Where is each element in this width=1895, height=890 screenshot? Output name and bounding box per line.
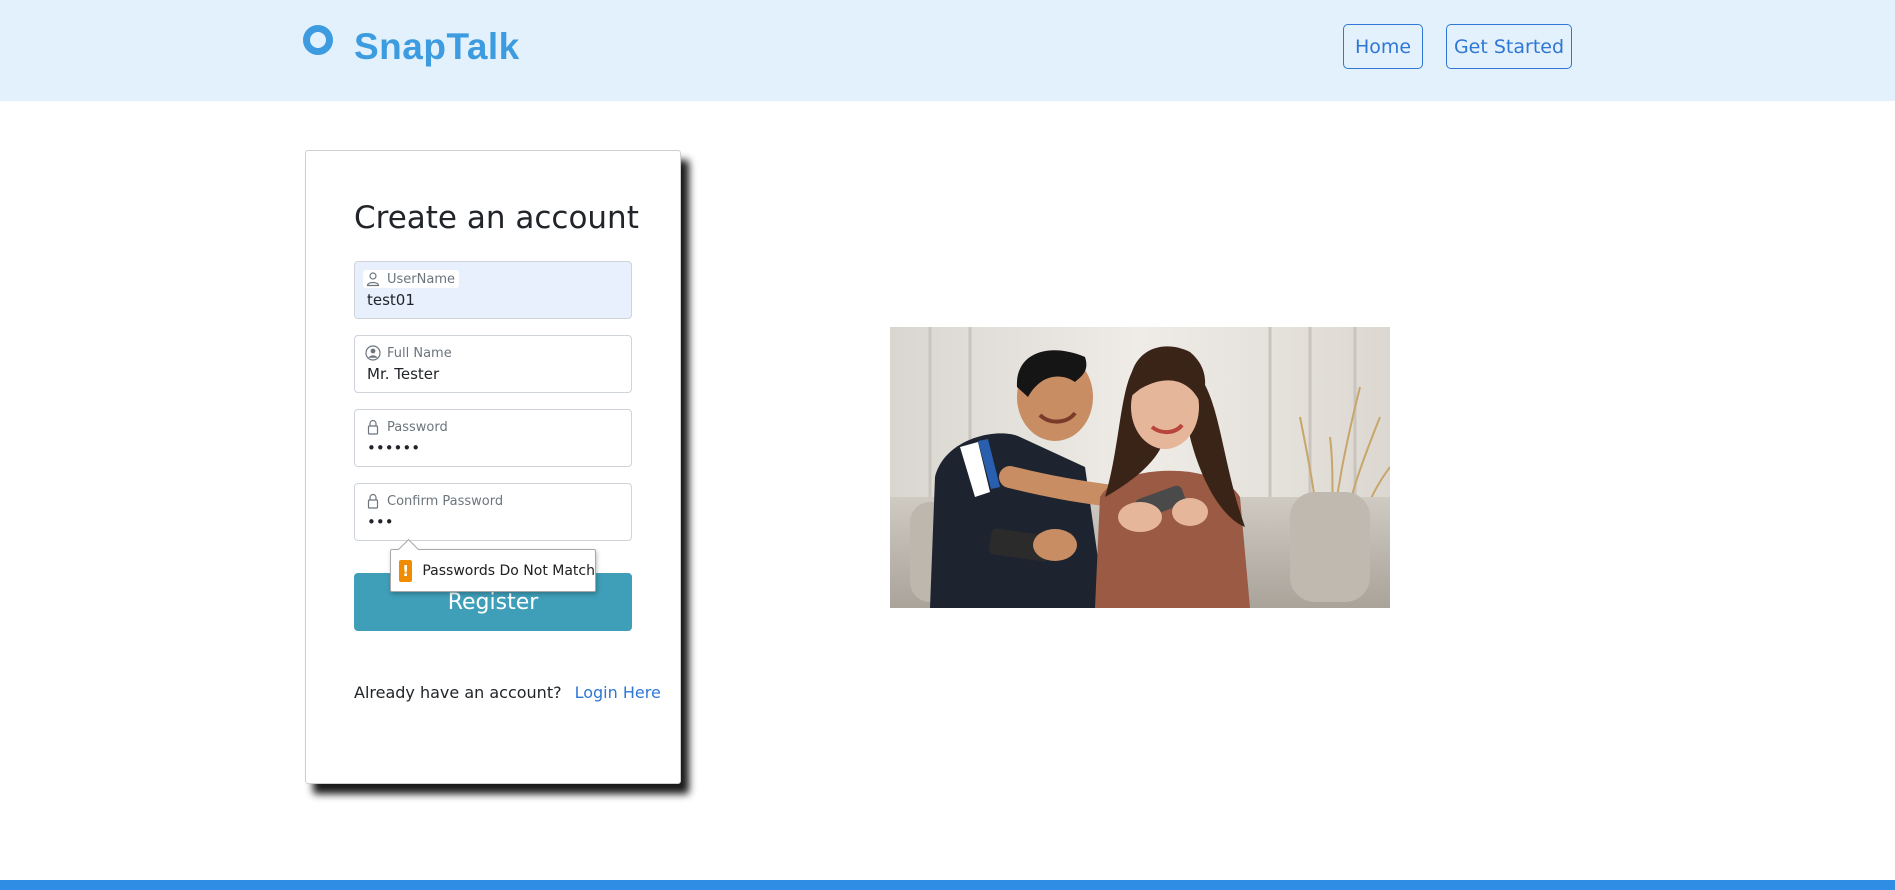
form-title: Create an account: [354, 200, 639, 236]
username-label-text: UserName: [387, 271, 455, 287]
username-input[interactable]: [367, 291, 617, 309]
confirm-password-input[interactable]: •••: [367, 513, 617, 531]
confirm-password-field[interactable]: Confirm Password •••: [354, 483, 632, 541]
fullname-field[interactable]: Full Name: [354, 335, 632, 393]
user-circle-icon: [365, 345, 381, 361]
top-navbar: SnapTalk Home Get Started: [0, 0, 1895, 101]
password-label-text: Password: [387, 419, 448, 435]
brand-name: SnapTalk: [354, 26, 520, 67]
username-label: UserName: [363, 270, 459, 288]
fullname-label: Full Name: [363, 344, 456, 362]
logo-ring-icon: [303, 25, 333, 55]
confirm-password-label-text: Confirm Password: [387, 493, 504, 509]
account-question: Already have an account?: [354, 683, 562, 702]
login-prompt: Already have an account? Login Here: [354, 683, 661, 702]
hero-image: [890, 327, 1390, 608]
lock-icon: [367, 419, 379, 435]
password-label: Password: [363, 418, 452, 436]
username-field[interactable]: UserName: [354, 261, 632, 319]
warning-icon: !: [399, 559, 413, 582]
lock-icon: [367, 493, 379, 509]
register-card: Create an account UserName Full Name: [305, 150, 681, 784]
home-button[interactable]: Home: [1343, 24, 1423, 69]
validation-tooltip: ! Passwords Do Not Match: [390, 549, 596, 592]
login-link[interactable]: Login Here: [575, 683, 661, 702]
get-started-button[interactable]: Get Started: [1446, 24, 1572, 69]
validation-message: Passwords Do Not Match: [422, 562, 595, 579]
fullname-input[interactable]: [367, 365, 617, 383]
couple-playing-mobile-game-photo-icon: [890, 327, 1390, 608]
bottom-bar: [0, 880, 1895, 890]
password-field[interactable]: Password ••••••: [354, 409, 632, 467]
confirm-password-label: Confirm Password: [363, 492, 507, 510]
brand[interactable]: SnapTalk: [303, 20, 520, 68]
fullname-label-text: Full Name: [387, 345, 452, 361]
user-icon: [366, 272, 380, 287]
password-input[interactable]: ••••••: [367, 439, 617, 457]
